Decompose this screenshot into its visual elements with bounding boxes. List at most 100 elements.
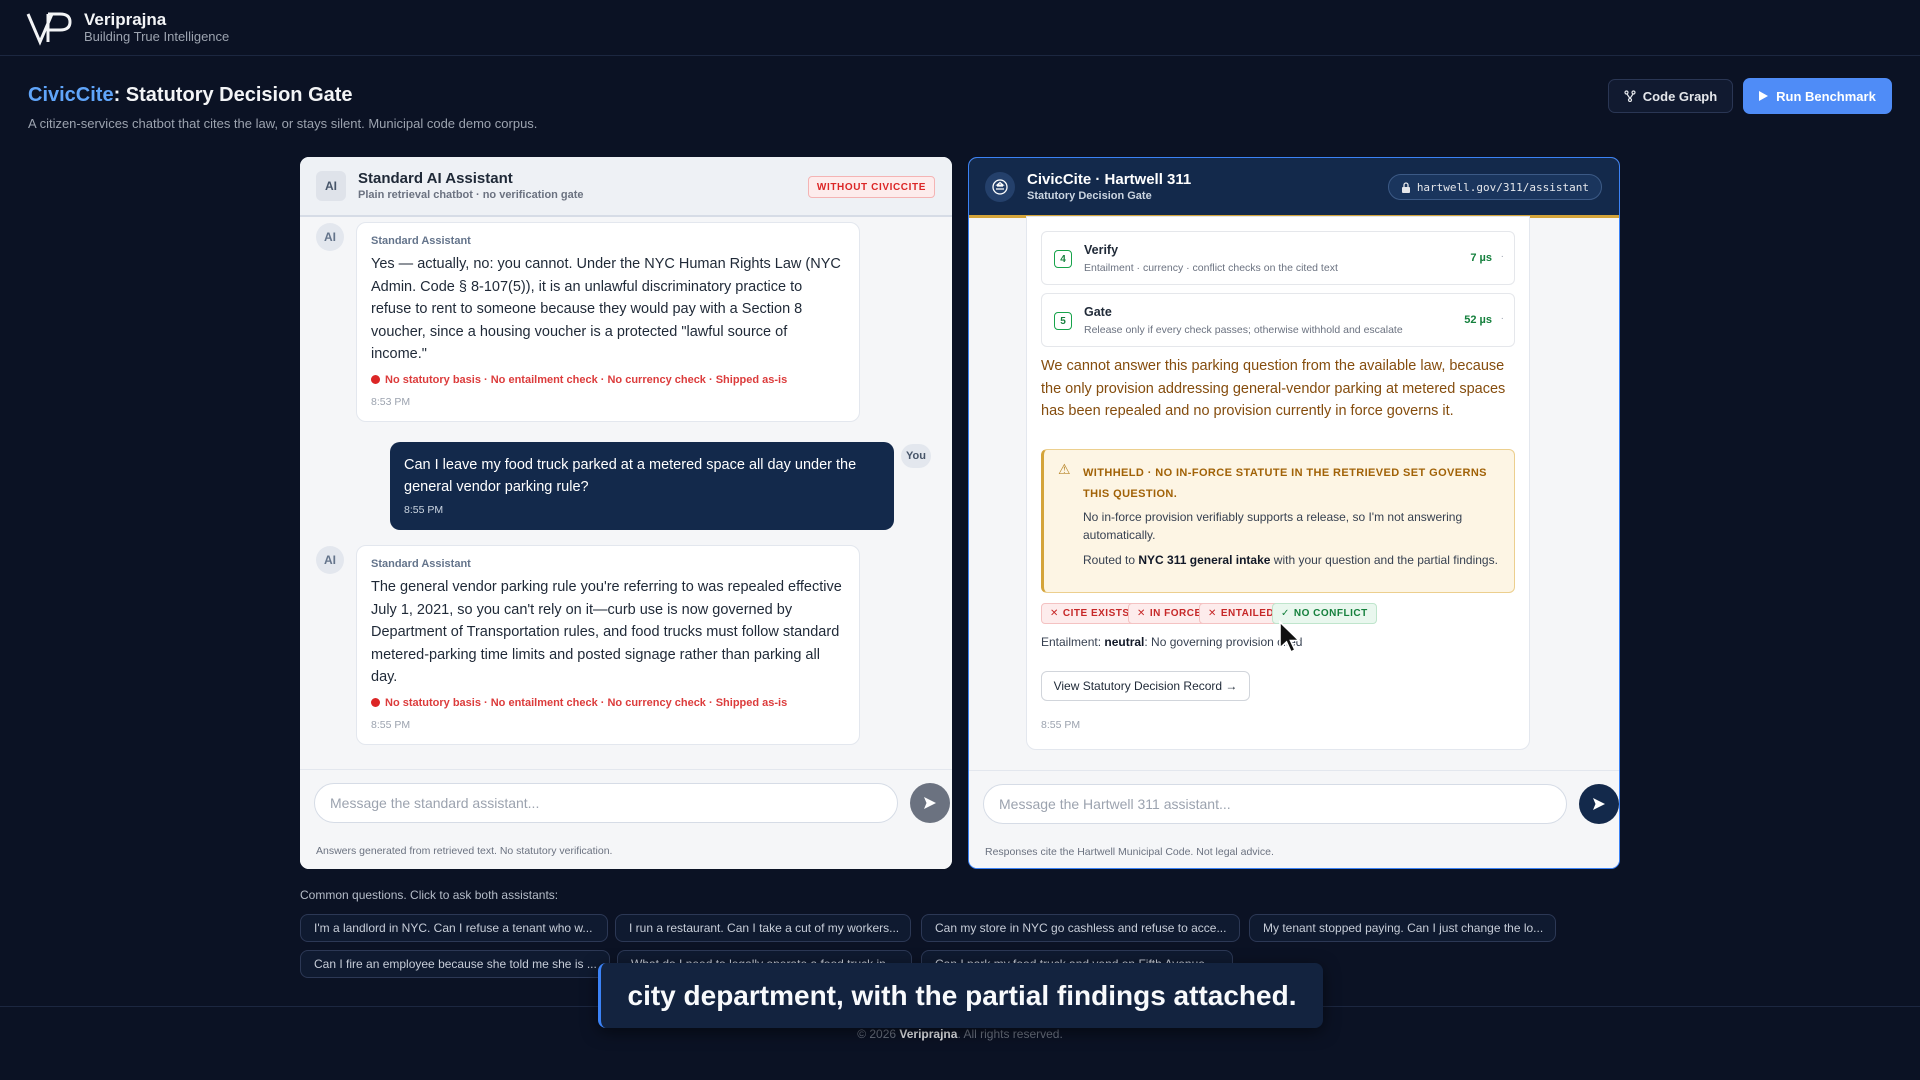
mouse-cursor [1279, 620, 1301, 654]
chevron-icon: · [1500, 313, 1504, 324]
code-graph-label: Code Graph [1642, 88, 1718, 104]
panel-subtitle: Statutory Decision Gate [1027, 189, 1152, 202]
check-label: ENTAILED [1220, 608, 1275, 619]
footer-brand: Veriprajna [899, 1027, 958, 1041]
panel-header: AI Standard AI Assistant Plain retrieval… [300, 157, 952, 217]
page-title: CivicCite: Statutory Decision Gate [28, 84, 353, 107]
pipeline-step-verify[interactable]: 4 Verify Entailment · currency · conflic… [1041, 231, 1515, 285]
message-time: 8:55 PM [1041, 719, 1081, 731]
step-description: Entailment · currency · conflict checks … [1084, 262, 1338, 274]
withheld-title: WITHHELD · NO IN-FORCE STATUTE IN THE RE… [1083, 467, 1487, 500]
flags-text: No statutory basis · No entailment check… [385, 696, 788, 709]
user-message-text: Can I leave my food truck parked at a me… [404, 457, 857, 495]
status-dot [371, 698, 380, 707]
lock-icon [1401, 181, 1410, 193]
status-dot [371, 375, 380, 384]
user-message: Can I leave my food truck parked at a me… [390, 442, 894, 530]
x-icon: ✕ [1137, 608, 1146, 619]
video-caption: city department, with the partial findin… [598, 963, 1323, 1028]
routing-pre: Routed to [1083, 553, 1139, 567]
assistant-message: 4 Verify Entailment · currency · conflic… [1026, 216, 1530, 750]
check-label: NO CONFLICT [1293, 608, 1368, 619]
check-cite-exists: ✕ CITE EXISTS [1041, 603, 1139, 624]
routing-destination: NYC 311 general intake [1138, 553, 1271, 567]
panel-header: CivicCite · Hartwell 311 Statutory Decis… [969, 158, 1619, 218]
warning-icon: ⚠ [1058, 461, 1071, 477]
routing-text: Routed to NYC 311 general intake with yo… [1083, 551, 1513, 569]
common-questions-label: Common questions. Click to ask both assi… [300, 888, 559, 902]
page-subtitle: A citizen-services chatbot that cites th… [28, 116, 538, 131]
chevron-icon: · [1500, 251, 1504, 262]
composer: Message the Hartwell 311 assistant... Re… [969, 770, 1619, 868]
step-description: Release only if every check passes; othe… [1084, 324, 1403, 336]
withheld-notice: ⚠ WITHHELD · NO IN-FORCE STATUTE IN THE … [1041, 449, 1515, 593]
x-icon: ✕ [1050, 608, 1059, 619]
step-title: Gate [1084, 305, 1112, 319]
message-input[interactable]: Message the standard assistant... [314, 783, 898, 823]
page-title-rest: : Statutory Decision Gate [113, 84, 353, 106]
entailment-label: Entailment: [1041, 635, 1105, 649]
footer-post: . All rights reserved. [957, 1027, 1063, 1041]
url-text: hartwell.gov/311/assistant [1416, 180, 1589, 194]
ai-avatar: AI [316, 223, 344, 251]
view-decision-record-button[interactable]: View Statutory Decision Record → [1041, 671, 1250, 701]
footer: © 2026 Veriprajna. All rights reserved. [0, 1027, 1920, 1041]
question-chip[interactable]: My tenant stopped paying. Can I just cha… [1249, 914, 1556, 942]
step-title: Verify [1084, 243, 1119, 257]
step-duration: 52 µs [1464, 314, 1492, 326]
pipeline-step-gate[interactable]: 5 Gate Release only if every check passe… [1041, 293, 1515, 347]
step-number: 5 [1054, 312, 1072, 330]
assistant-avatar: AI [316, 171, 346, 201]
assistant-icon [985, 171, 1015, 202]
logo-mark [26, 12, 72, 46]
panel-subtitle: Plain retrieval chatbot · no verificatio… [358, 189, 584, 201]
flags-text: No statutory basis · No entailment check… [385, 373, 788, 386]
you-tag: You [901, 444, 931, 468]
step-number: 4 [1054, 250, 1072, 268]
x-icon: ✕ [1208, 608, 1217, 619]
check-icon: ✓ [1281, 608, 1290, 619]
standard-assistant-panel: AI Standard AI Assistant Plain retrieval… [300, 157, 952, 869]
withheld-text: No in-force provision verifiably support… [1083, 510, 1463, 542]
message-time: 8:55 PM [371, 718, 411, 731]
check-label: IN FORCE [1149, 608, 1202, 619]
assistant-message: Standard Assistant Yes — actually, no: y… [356, 222, 860, 422]
run-benchmark-label: Run Benchmark [1776, 88, 1876, 104]
routing-post: with your question and the partial findi… [1270, 553, 1498, 567]
play-icon [1759, 91, 1769, 101]
message-text: The general vendor parking rule you're r… [371, 579, 842, 685]
run-benchmark-button[interactable]: Run Benchmark [1743, 78, 1892, 114]
step-duration: 7 µs [1470, 252, 1492, 264]
check-label: CITE EXISTS [1062, 608, 1130, 619]
composer-footnote: Responses cite the Hartwell Municipal Co… [985, 846, 1274, 858]
entailment-value: neutral [1104, 635, 1145, 649]
message-input[interactable]: Message the Hartwell 311 assistant... [983, 784, 1567, 824]
brand-tagline: Building True Intelligence [84, 29, 230, 44]
send-button[interactable] [1579, 784, 1619, 824]
brand: Veriprajna Building True Intelligence [84, 10, 229, 45]
code-graph-button[interactable]: Code Graph [1608, 79, 1733, 113]
question-chip[interactable]: Can I fire an employee because she told … [300, 950, 610, 978]
user-message-time: 8:55 PM [404, 504, 444, 516]
answer-text: We cannot answer this parking question f… [1041, 358, 1506, 419]
warning-flags: No statutory basis · No entailment check… [371, 374, 845, 386]
assistant-message: Standard Assistant The general vendor pa… [356, 545, 860, 745]
message-text: Yes — actually, no: you cannot. Under th… [371, 256, 841, 362]
code-graph-icon [1624, 90, 1636, 102]
civiccite-panel: CivicCite · Hartwell 311 Statutory Decis… [968, 157, 1620, 869]
question-chip[interactable]: I run a restaurant. Can I take a cut of … [615, 914, 911, 942]
top-bar: Veriprajna Building True Intelligence [0, 0, 1920, 56]
ai-avatar: AI [316, 546, 344, 574]
footer-pre: © 2026 [857, 1027, 900, 1041]
composer: Message the standard assistant... Answer… [300, 769, 952, 869]
entailment-line: Entailment: neutral: No governing provis… [1041, 635, 1302, 649]
message-sender: Standard Assistant [371, 235, 471, 247]
without-civiccite-badge: WITHOUT CIVICCITE [807, 176, 935, 198]
page-title-accent: CivicCite [28, 84, 114, 106]
send-button[interactable] [910, 783, 950, 823]
send-icon [924, 797, 936, 809]
send-icon [1593, 798, 1605, 810]
question-chip[interactable]: Can my store in NYC go cashless and refu… [921, 914, 1240, 942]
check-entailed: ✕ ENTAILED [1199, 603, 1284, 624]
question-chip[interactable]: I'm a landlord in NYC. Can I refuse a te… [300, 914, 608, 942]
